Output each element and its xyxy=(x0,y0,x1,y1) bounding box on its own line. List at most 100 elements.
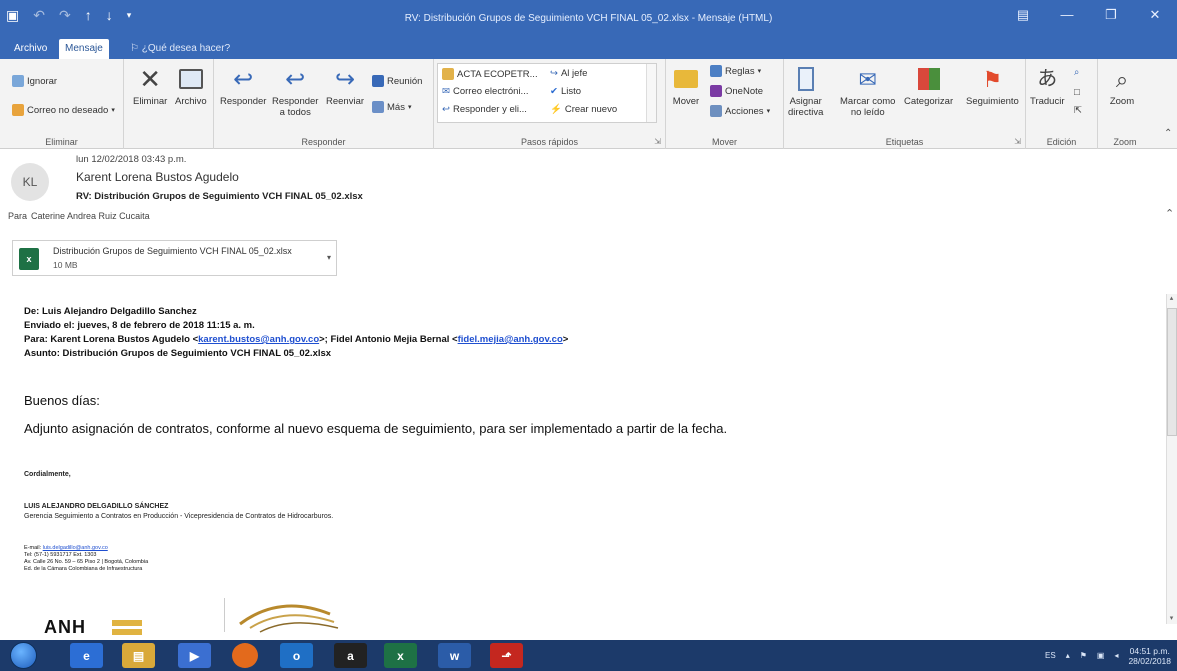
actions-button[interactable]: Acciones ▾ xyxy=(710,105,770,117)
language-indicator[interactable]: ES xyxy=(1045,651,1056,660)
categorize-label: Categorizar xyxy=(904,96,954,107)
dialog-launcher-icon[interactable]: ⇲ xyxy=(654,137,661,146)
greeting: Buenos días: xyxy=(24,393,100,408)
tab-mensaje[interactable]: Mensaje xyxy=(59,39,109,59)
excel-icon[interactable]: x xyxy=(384,643,417,668)
group-label-pasos-rapidos: Pasos rápidos xyxy=(520,137,579,147)
fwd-to-end: > xyxy=(562,334,569,345)
archive-button[interactable]: Archivo xyxy=(175,65,207,107)
quick-step-label: Responder y eli... xyxy=(452,104,527,115)
window-controls: ▤ — ❐ ✕ xyxy=(1001,0,1177,36)
recipient[interactable]: Caterine Andrea Ruiz Cucaita xyxy=(31,211,150,221)
quick-step-label: Crear nuevo xyxy=(564,104,618,115)
ribbon-tabs: Archivo Mensaje ⚐ ¿Qué desea hacer? xyxy=(0,36,1177,59)
email-key: E-mail: xyxy=(24,545,42,551)
outlook-icon[interactable]: o xyxy=(280,643,313,668)
volume-icon[interactable]: ◂ xyxy=(1114,651,1118,660)
ie-icon[interactable]: e xyxy=(70,643,103,668)
signature-contact: E-mail: luis.delgadillo@anh.gov.co Tel: … xyxy=(24,545,148,573)
fwd-sent-line: Enviado el: jueves, 8 de febrero de 2018… xyxy=(24,319,1144,333)
message-body: De: Luis Alejandro Delgadillo Sanchez En… xyxy=(24,305,1144,572)
rules-button[interactable]: Reglas ▾ xyxy=(710,65,761,77)
zoom-label: Zoom xyxy=(1109,96,1135,107)
quick-step-label: Listo xyxy=(560,86,582,97)
acta-icon xyxy=(442,68,454,80)
move-folder-icon xyxy=(672,65,700,93)
categorize-button[interactable]: Categorizar xyxy=(904,65,953,107)
group-zoom: ⌕ Zoom Zoom xyxy=(1098,59,1152,149)
quick-step-listo[interactable]: ✔ Listo xyxy=(550,86,581,97)
clock[interactable]: 04:51 p.m. 28/02/2018 xyxy=(1128,646,1171,666)
reply-button[interactable]: ↩ Responder xyxy=(220,65,266,107)
followup-button[interactable]: ⚑ Seguimiento xyxy=(966,65,1019,107)
word-icon[interactable]: w xyxy=(438,643,471,668)
move-button[interactable]: Mover xyxy=(672,65,700,107)
explorer-icon[interactable]: ▤ xyxy=(122,643,155,668)
gallery-scrollbar[interactable] xyxy=(646,64,656,122)
acrobat-icon[interactable]: ⬏ xyxy=(490,643,523,668)
dropdown-icon: ▾ xyxy=(766,108,771,115)
dropdown-icon: ▾ xyxy=(407,104,412,111)
quick-step-crear[interactable]: ⚡ Crear nuevo xyxy=(550,104,617,115)
assign-policy-button[interactable]: Asignar directiva xyxy=(788,65,823,118)
more-icon xyxy=(372,101,384,113)
fwd-to-key: Para: xyxy=(24,334,48,345)
excel-file-icon: x xyxy=(19,248,39,270)
quick-step-label: ACTA ECOPETR... xyxy=(457,68,538,80)
tell-me-search[interactable]: ⚐ ¿Qué desea hacer? xyxy=(124,39,236,59)
quick-step-acta[interactable]: ACTA ECOPETR... xyxy=(442,68,538,80)
quick-step-jefe[interactable]: ↪ Al jefe xyxy=(550,68,587,79)
signature-role: Gerencia Seguimiento a Contratos en Prod… xyxy=(24,513,334,520)
network-icon[interactable]: ▣ xyxy=(1097,651,1105,660)
start-button[interactable] xyxy=(10,642,37,669)
close-button[interactable]: ✕ xyxy=(1133,0,1177,36)
ribbon-options-icon[interactable]: ▤ xyxy=(1001,0,1045,36)
junk-button[interactable]: Correo no deseado ▾ xyxy=(12,104,115,116)
ignore-button[interactable]: Ignorar xyxy=(12,75,57,87)
signature-email-link[interactable]: luis.delgadillo@anh.gov.co xyxy=(43,545,108,551)
minimize-button[interactable]: — xyxy=(1045,0,1089,36)
zoom-button[interactable]: ⌕ Zoom xyxy=(1108,65,1136,107)
collapse-ribbon-icon[interactable]: ⌃ xyxy=(1164,128,1172,139)
reply-all-button[interactable]: ↩ Responder a todos xyxy=(272,65,318,118)
more-button[interactable]: Más ▾ xyxy=(372,101,411,113)
meeting-button[interactable]: Reunión xyxy=(372,75,422,87)
delete-label: Eliminar xyxy=(133,96,168,107)
select-icon[interactable]: ⇱ xyxy=(1074,105,1082,116)
scroll-down-icon[interactable]: ▾ xyxy=(1166,614,1177,622)
flag-tray-icon[interactable]: ⚑ xyxy=(1080,651,1087,660)
scrollbar-thumb[interactable] xyxy=(1167,308,1177,436)
actions-label: Acciones xyxy=(725,105,764,117)
restore-button[interactable]: ❐ xyxy=(1089,0,1133,36)
find-icon[interactable]: ⌕ xyxy=(1074,67,1079,78)
attachment-name: Distribución Grupos de Seguimiento VCH F… xyxy=(53,246,292,256)
tab-archivo[interactable]: Archivo xyxy=(8,39,53,59)
archive-icon xyxy=(177,65,205,93)
show-hidden-icon[interactable]: ▴ xyxy=(1066,651,1070,660)
email-link[interactable]: karent.bustos@anh.gov.co xyxy=(198,334,319,345)
email-line: E-mail: luis.delgadillo@anh.gov.co xyxy=(24,545,148,552)
message-sender[interactable]: Karent Lorena Bustos Agudelo xyxy=(76,170,239,184)
related-icon[interactable]: □ xyxy=(1074,87,1080,98)
quick-step-correo[interactable]: ✉ Correo electróni... xyxy=(442,86,528,97)
fwd-from-line: De: Luis Alejandro Delgadillo Sanchez xyxy=(24,305,1144,319)
collapse-header-icon[interactable]: ⌃ xyxy=(1165,207,1174,220)
quick-step-responder[interactable]: ↩ Responder y eli... xyxy=(442,104,527,115)
dropdown-icon: ▾ xyxy=(757,68,762,75)
chevron-down-icon[interactable]: ▾ xyxy=(327,253,331,262)
amazon-icon[interactable]: a xyxy=(334,643,367,668)
firefox-icon[interactable] xyxy=(232,643,258,668)
email-link[interactable]: fidel.mejia@anh.gov.co xyxy=(458,334,563,345)
tell-me-label: ¿Qué desea hacer? xyxy=(141,43,231,54)
translate-button[interactable]: あ Traducir xyxy=(1030,65,1065,108)
scroll-up-icon[interactable]: ▴ xyxy=(1166,294,1177,302)
onenote-button[interactable]: OneNote xyxy=(710,85,763,97)
forward-button[interactable]: ↪ Reenviar xyxy=(326,65,364,107)
dialog-launcher-icon[interactable]: ⇲ xyxy=(1014,137,1021,146)
media-icon[interactable]: ▶ xyxy=(178,643,211,668)
mark-unread-button[interactable]: ✉ Marcar como no leído xyxy=(840,65,895,118)
group-label-edicion: Edición xyxy=(1046,137,1077,147)
logo-bar xyxy=(112,620,142,626)
delete-button[interactable]: ✕ Eliminar xyxy=(133,65,168,108)
attachment-card[interactable]: x Distribución Grupos de Seguimiento VCH… xyxy=(12,240,337,276)
